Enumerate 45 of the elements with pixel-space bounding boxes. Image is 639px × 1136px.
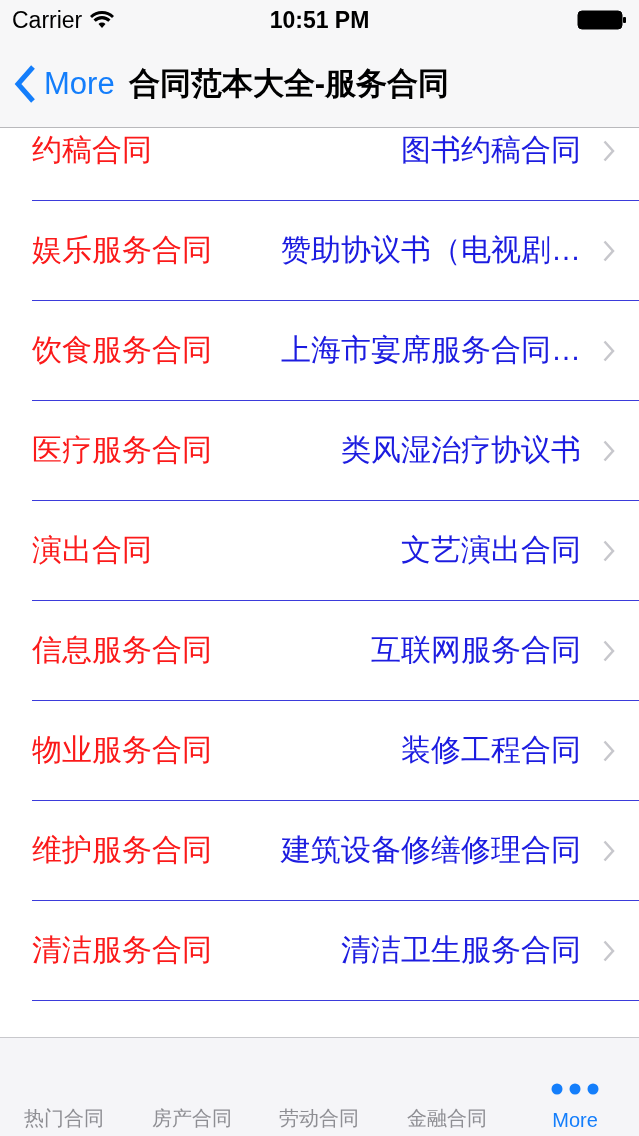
chevron-left-icon: [14, 63, 36, 104]
row-label: 清洁服务合同: [32, 932, 212, 968]
row-label: 维护服务合同: [32, 832, 212, 868]
nav-title: 合同范本大全-服务合同: [128, 64, 449, 103]
clock: 10:51 PM: [269, 6, 370, 33]
battery-icon: [577, 10, 627, 30]
row-label: 饮食服务合同: [32, 332, 212, 368]
list-row[interactable]: 医疗服务合同 类风湿治疗协议书: [32, 401, 639, 501]
row-detail: 文艺演出合同: [400, 532, 581, 568]
row-label: 物业服务合同: [32, 732, 212, 768]
list-row[interactable]: 约稿合同 图书约稿合同: [32, 128, 639, 201]
row-label: 约稿合同: [32, 132, 152, 168]
chevron-right-icon: [603, 839, 615, 862]
row-detail: 互联网服务合同: [370, 632, 581, 668]
row-detail: 类风湿治疗协议书: [340, 432, 581, 468]
chevron-right-icon: [603, 439, 615, 462]
row-detail: 赞助协议书（电视剧…: [280, 232, 581, 268]
chevron-right-icon: [603, 739, 615, 762]
row-detail: 上海市宴席服务合同…: [280, 332, 581, 368]
row-label: 演出合同: [32, 532, 152, 568]
row-detail: 建筑设备修缮修理合同: [279, 832, 581, 868]
list-row[interactable]: 信息服务合同 互联网服务合同: [32, 601, 639, 701]
tab[interactable]: More: [511, 1038, 639, 1136]
list-row[interactable]: 清洁服务合同 清洁卫生服务合同: [32, 901, 639, 1001]
list-row[interactable]: 物业服务合同 装修工程合同: [32, 701, 639, 801]
carrier-label: Carrier: [12, 6, 83, 34]
wifi-icon: [90, 11, 115, 29]
more-icon: [551, 1083, 600, 1095]
chevron-right-icon: [603, 139, 615, 162]
chevron-right-icon: [603, 639, 615, 662]
list-row[interactable]: 娱乐服务合同 赞助协议书（电视剧…: [32, 201, 639, 301]
list-row[interactable]: 演出合同 文艺演出合同: [32, 501, 639, 601]
row-detail: 装修工程合同: [400, 732, 581, 768]
row-detail: 图书约稿合同: [400, 132, 581, 168]
list-row[interactable]: 维护服务合同 建筑设备修缮修理合同: [32, 801, 639, 901]
row-label: 信息服务合同: [32, 632, 212, 668]
chevron-right-icon: [603, 539, 615, 562]
chevron-right-icon: [603, 939, 615, 962]
row-label: 娱乐服务合同: [32, 232, 212, 268]
back-button[interactable]: More: [14, 63, 115, 104]
row-label: 医疗服务合同: [32, 432, 212, 468]
chevron-right-icon: [603, 239, 615, 262]
chevron-right-icon: [603, 339, 615, 362]
row-detail: 清洁卫生服务合同: [340, 932, 581, 968]
list-row[interactable]: 饮食服务合同 上海市宴席服务合同…: [32, 301, 639, 401]
